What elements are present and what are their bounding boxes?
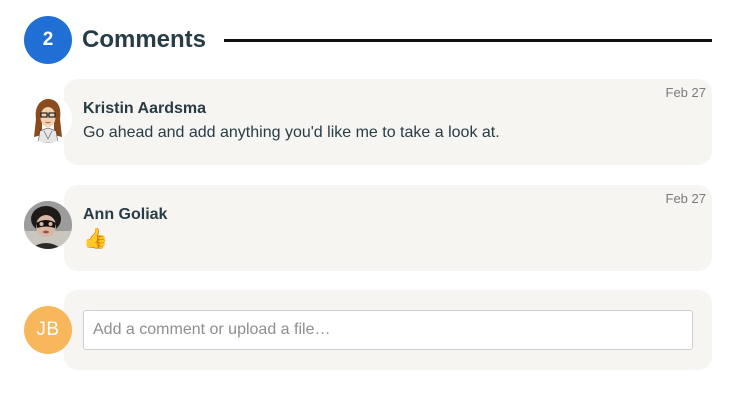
comment-composer: JB — [24, 290, 712, 370]
avatar-illustration-icon — [24, 95, 72, 143]
comment-input[interactable] — [83, 310, 693, 350]
comment-date[interactable]: Feb 27 — [666, 191, 706, 206]
avatar-photo-icon — [24, 201, 72, 249]
section-title: Comments — [82, 26, 207, 53]
comment-bubble: Feb 27 Ann Goliak 👍 — [64, 185, 712, 271]
avatar-current-user[interactable]: JB — [24, 306, 72, 354]
comment-author[interactable]: Ann Goliak — [83, 206, 167, 224]
avatar-kristin[interactable] — [24, 95, 72, 143]
comment-bubble: Feb 27 Kristin Aardsma Go ahead and add … — [64, 79, 712, 165]
comment-item: Feb 27 Kristin Aardsma Go ahead and add … — [24, 79, 712, 165]
thumbs-up-emoji: 👍 — [83, 228, 108, 250]
comment-text: Go ahead and add anything you'd like me … — [83, 124, 500, 141]
comment-date[interactable]: Feb 27 — [666, 85, 706, 100]
title-divider — [224, 39, 712, 42]
comment-count-badge: 2 — [24, 16, 72, 64]
comment-author[interactable]: Kristin Aardsma — [83, 100, 206, 118]
comments-header: 2 Comments — [24, 16, 712, 64]
avatar-ann[interactable] — [24, 201, 72, 249]
comment-item: Feb 27 Ann Goliak 👍 — [24, 185, 712, 271]
composer-bubble — [64, 290, 712, 370]
